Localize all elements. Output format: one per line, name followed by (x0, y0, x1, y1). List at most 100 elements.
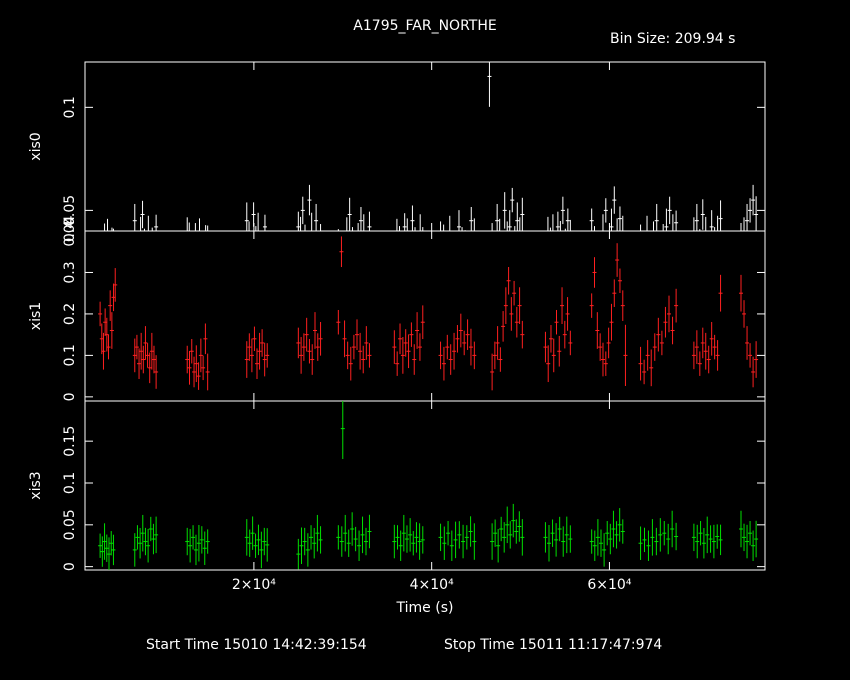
data-point (751, 530, 756, 561)
data-point (617, 508, 622, 542)
data-point (138, 528, 143, 559)
data-point (615, 243, 620, 277)
data-point (599, 529, 603, 557)
data-point (691, 217, 696, 232)
data-point (502, 522, 507, 553)
data-point (662, 521, 667, 546)
y-tick-label: 0 (62, 562, 78, 571)
data-point (611, 510, 616, 548)
data-point (265, 528, 270, 562)
data-point (102, 523, 107, 560)
data-point (638, 526, 643, 560)
data-point (256, 524, 261, 556)
data-point (562, 320, 567, 349)
data-point (709, 321, 714, 356)
data-point (498, 347, 503, 372)
data-point (151, 345, 156, 374)
data-point (520, 519, 525, 556)
data-point (315, 514, 320, 552)
data-point (412, 344, 417, 375)
data-point (143, 527, 148, 556)
panel-frame (84, 230, 766, 402)
data-point (620, 519, 625, 544)
data-point (712, 227, 717, 232)
data-point (515, 202, 520, 231)
data-point (339, 236, 344, 268)
data-point (154, 355, 159, 389)
y-tick-label: 0.1 (62, 472, 78, 494)
bin-size-label: Bin Size: 209.94 s (610, 31, 736, 47)
data-point (742, 217, 747, 232)
data-point (708, 525, 713, 553)
data-point (356, 223, 361, 232)
data-point (299, 527, 304, 564)
data-point (300, 196, 305, 225)
data-point (705, 516, 710, 554)
data-point (193, 223, 198, 232)
data-point (402, 213, 407, 231)
data-point (342, 320, 347, 358)
data-point (642, 527, 647, 553)
data-point (700, 327, 705, 359)
data-point (560, 196, 565, 225)
data-point (348, 346, 353, 381)
data-point (262, 527, 267, 556)
data-point-outlier (340, 401, 345, 460)
data-point (418, 214, 423, 232)
data-point (367, 343, 372, 368)
data-point (336, 525, 341, 550)
data-point (262, 342, 267, 377)
y-tick-label: 0 (62, 392, 78, 401)
data-point (318, 321, 323, 356)
data-point (298, 216, 303, 232)
data-point (472, 523, 477, 560)
data-point (468, 516, 473, 547)
data-point (309, 212, 314, 232)
data-point (654, 527, 659, 556)
panel-xis1: 0 0.1 0.2 0.3 0.4 xis1 (28, 220, 766, 402)
data-point (709, 210, 714, 231)
data-point (345, 341, 350, 370)
data-point (304, 317, 309, 352)
data-point (414, 522, 419, 553)
data-point (357, 530, 362, 561)
data-point (132, 533, 137, 567)
data-point (715, 524, 720, 549)
data-point (492, 341, 497, 370)
data-point (663, 306, 668, 338)
data-point (307, 184, 312, 216)
data-point (490, 223, 495, 232)
data-point (514, 519, 519, 544)
y-axis-label: xis3 (28, 471, 44, 499)
data-point (745, 524, 750, 559)
data-point-outlier (623, 324, 628, 386)
data-point (314, 203, 319, 231)
data-point (465, 319, 470, 350)
data-point (502, 192, 507, 229)
data-point (608, 523, 613, 555)
data-point (509, 297, 514, 331)
data-point (642, 359, 647, 385)
data-point (656, 317, 661, 352)
data-point (148, 516, 153, 542)
data-point (598, 333, 603, 361)
data-point (198, 338, 203, 373)
data-point (253, 533, 258, 558)
data-point (600, 214, 605, 232)
data-point (185, 217, 190, 232)
data-point (546, 345, 551, 383)
data-point (201, 355, 206, 381)
data-point (145, 343, 150, 368)
data-point (543, 522, 548, 553)
data-point (718, 200, 723, 231)
data-point (589, 208, 594, 231)
y-tick-label: 0.05 (62, 509, 78, 540)
data-point (701, 528, 706, 559)
data-point (303, 224, 307, 232)
data-point (265, 343, 270, 368)
data-point (301, 333, 306, 361)
data-point (495, 326, 500, 360)
data-point (199, 526, 204, 554)
data-point (446, 521, 451, 546)
data-point (406, 334, 411, 369)
